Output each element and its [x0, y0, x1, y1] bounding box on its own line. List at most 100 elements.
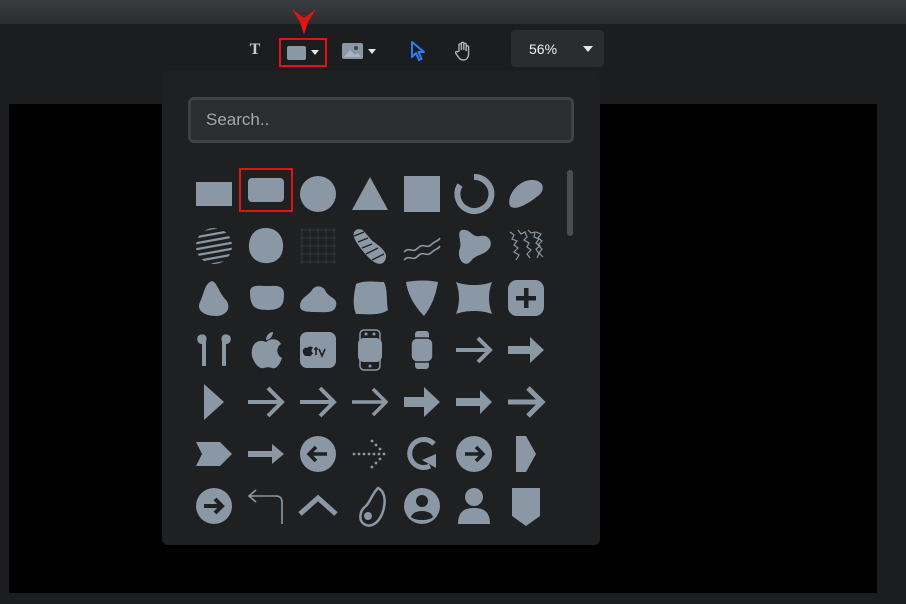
- shape-splash[interactable]: [448, 220, 500, 272]
- shape-arrow-right-8[interactable]: [500, 376, 552, 428]
- return-arrow-icon: [247, 489, 283, 524]
- shape-return-arrow[interactable]: [240, 480, 292, 532]
- image-tool-button[interactable]: [338, 38, 380, 64]
- scrollbar-thumb[interactable]: [567, 170, 573, 236]
- shape-chevron-up[interactable]: [292, 480, 344, 532]
- shape-grid: [188, 168, 558, 527]
- user-circle-icon: [404, 488, 440, 524]
- zoom-dropdown[interactable]: 56%: [511, 30, 604, 67]
- airpods-icon: [197, 334, 231, 366]
- ring-icon: [454, 173, 495, 214]
- shape-user[interactable]: [448, 480, 500, 532]
- shape-blob-1[interactable]: [188, 272, 240, 324]
- user-icon: [458, 488, 490, 524]
- arrow-right-icon: [456, 390, 492, 414]
- shape-apple-tv[interactable]: [292, 324, 344, 376]
- chevron-down-icon: [583, 45, 593, 52]
- text-tool-label: T: [249, 41, 261, 58]
- shape-blob-2[interactable]: [240, 272, 292, 324]
- shape-apple-watch[interactable]: [396, 324, 448, 376]
- headphone-icon: [359, 486, 386, 527]
- shape-blob-5[interactable]: [396, 272, 448, 324]
- shape-arrow-left-circle[interactable]: [292, 428, 344, 480]
- shape-blob-4[interactable]: [344, 272, 396, 324]
- shape-noise-square[interactable]: [500, 220, 552, 272]
- shape-arrow-flag[interactable]: [188, 428, 240, 480]
- shape-plus-button[interactable]: [500, 272, 552, 324]
- arrow-right-circle-icon: [456, 436, 492, 472]
- shape-blob[interactable]: [500, 168, 552, 220]
- arrow-right-icon: [508, 337, 544, 363]
- shape-arrow-right-2[interactable]: [500, 324, 552, 376]
- hand-tool-button[interactable]: [450, 37, 476, 65]
- rectangle-icon: [196, 182, 232, 206]
- triangle-icon: [352, 177, 388, 210]
- shape-striped-blob[interactable]: [344, 220, 396, 272]
- shape-triangle-right[interactable]: [188, 376, 240, 428]
- shape-shield[interactable]: [500, 480, 552, 532]
- chevron-down-icon: [311, 50, 319, 55]
- arrow-right-icon: [352, 387, 389, 417]
- shape-arrow-right-circle-2[interactable]: [188, 480, 240, 532]
- shape-striped-circle[interactable]: [188, 220, 240, 272]
- shape-triangle[interactable]: [344, 168, 396, 220]
- plus-icon: [508, 280, 544, 316]
- shape-arrow-right-6[interactable]: [396, 376, 448, 428]
- shape-airpods[interactable]: [188, 324, 240, 376]
- shape-square[interactable]: [396, 168, 448, 220]
- zoom-value: 56%: [529, 40, 558, 57]
- blob-5-icon: [406, 280, 438, 316]
- apple-tv-icon: [300, 332, 336, 368]
- shape-user-circle[interactable]: [396, 480, 448, 532]
- select-tool-button[interactable]: [405, 37, 431, 65]
- shape-beats-headphone[interactable]: [344, 480, 396, 532]
- shape-tool-button[interactable]: [279, 38, 327, 67]
- splash-icon: [458, 229, 491, 264]
- shape-wave-lines[interactable]: [396, 220, 448, 272]
- shape-arrow-right-7[interactable]: [448, 376, 500, 428]
- shape-rectangle[interactable]: [188, 168, 240, 220]
- cursor-arrow-icon: [411, 41, 425, 61]
- shape-arrow-right-4[interactable]: [292, 376, 344, 428]
- shape-scribble-circle[interactable]: [240, 220, 292, 272]
- shape-dotted-arrow[interactable]: [344, 428, 396, 480]
- grid-pattern-icon: [300, 228, 336, 264]
- shape-chevron-triangle[interactable]: [500, 428, 552, 480]
- triangle-right-icon: [204, 384, 224, 420]
- circle-icon: [300, 176, 336, 212]
- shape-rounded-rectangle[interactable]: [239, 168, 293, 212]
- arrow-right-icon: [300, 386, 337, 418]
- watch-band-icon: [358, 329, 382, 371]
- shape-apple-logo[interactable]: [240, 324, 292, 376]
- striped-circle-icon: [196, 228, 232, 264]
- noise-square-icon: [509, 229, 544, 261]
- shield-icon: [512, 488, 540, 526]
- shape-arrow-right-3[interactable]: [240, 376, 292, 428]
- wave-lines-icon: [403, 237, 441, 261]
- shape-rotate-arrow[interactable]: [396, 428, 448, 480]
- text-tool-button[interactable]: T: [243, 38, 267, 62]
- shape-blob-6[interactable]: [448, 272, 500, 324]
- shape-arrow-right-5[interactable]: [344, 376, 396, 428]
- shape-picker-panel: [162, 71, 600, 545]
- blob-icon: [509, 180, 543, 208]
- apple-logo-icon: [251, 332, 282, 369]
- blob-2-icon: [250, 285, 284, 310]
- shape-blob-3[interactable]: [292, 272, 344, 324]
- search-input[interactable]: [188, 97, 574, 143]
- shape-arrow-right-1[interactable]: [448, 324, 500, 376]
- apple-watch-icon: [410, 331, 434, 369]
- shape-icon: [287, 45, 306, 60]
- arrow-right-icon: [456, 336, 493, 364]
- shape-grid-pattern[interactable]: [292, 220, 344, 272]
- shape-circle[interactable]: [292, 168, 344, 220]
- chevron-down-icon: [368, 48, 376, 54]
- shape-arrow-short[interactable]: [240, 428, 292, 480]
- arrow-right-circle-icon: [196, 488, 232, 524]
- rotate-arrow-icon: [407, 437, 436, 470]
- scribble-circle-icon: [248, 228, 284, 264]
- shape-ring[interactable]: [448, 168, 500, 220]
- arrow-flag-icon: [196, 442, 232, 466]
- shape-arrow-right-circle[interactable]: [448, 428, 500, 480]
- shape-watch-band[interactable]: [344, 324, 396, 376]
